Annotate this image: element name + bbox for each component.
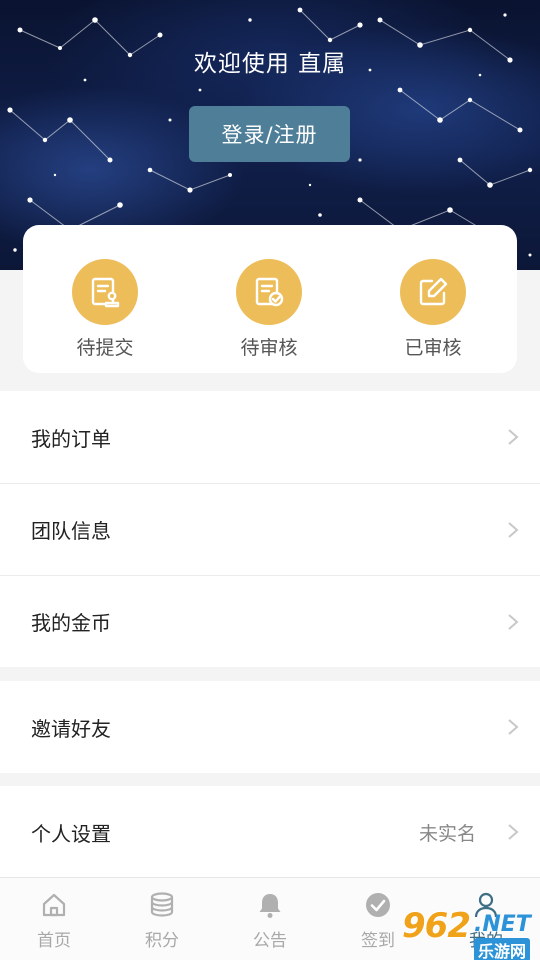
- chevron-right-icon: [508, 824, 519, 840]
- menu-label: 团队信息: [31, 519, 111, 543]
- check-circle-icon: [363, 890, 393, 920]
- watermark-site-name: 乐游网: [474, 938, 531, 960]
- document-check-icon: [236, 259, 302, 325]
- menu-group-settings: 个人设置 未实名: [0, 786, 540, 878]
- bell-icon: [255, 890, 285, 920]
- status-label: 待提交: [76, 337, 134, 359]
- coins-stack-icon: [147, 890, 177, 920]
- home-icon: [39, 890, 69, 920]
- chevron-right-icon: [508, 521, 519, 538]
- menu-group-invite: 邀请好友: [0, 681, 540, 773]
- document-stamp-icon: [72, 259, 138, 325]
- status-label: 已审核: [404, 337, 462, 359]
- application-status-card: 待提交 待审核 已审核: [23, 225, 517, 373]
- menu-label: 个人设置: [31, 821, 111, 846]
- edit-icon: [400, 259, 466, 325]
- tab-label: 签到: [361, 931, 395, 951]
- watermark-domain: .NET: [474, 912, 531, 937]
- chevron-right-icon: [508, 613, 519, 630]
- menu-item-team-info[interactable]: 团队信息: [0, 483, 540, 575]
- menu-item-personal-settings[interactable]: 个人设置 未实名: [0, 786, 540, 878]
- menu-group-account: 我的订单 团队信息 我的金币: [0, 391, 540, 667]
- menu-item-my-orders[interactable]: 我的订单: [0, 391, 540, 483]
- menu-label: 我的金币: [31, 611, 111, 635]
- menu-item-invite-friends[interactable]: 邀请好友: [0, 681, 540, 773]
- menu-item-my-coins[interactable]: 我的金币: [0, 575, 540, 667]
- menu-label: 邀请好友: [31, 716, 111, 741]
- welcome-title: 欢迎使用 直属: [193, 51, 347, 77]
- chevron-right-icon: [508, 429, 519, 445]
- tab-home[interactable]: 首页: [0, 878, 108, 960]
- tab-announcements[interactable]: 公告: [216, 878, 324, 960]
- tab-label: 公告: [253, 931, 287, 951]
- watermark-number: 962: [402, 906, 471, 946]
- tab-label: 积分: [145, 931, 179, 951]
- chevron-right-icon: [508, 719, 519, 735]
- site-watermark: 962 .NET 乐游网: [400, 906, 540, 960]
- tab-points[interactable]: 积分: [108, 878, 216, 960]
- verification-status: 未实名: [418, 822, 476, 845]
- tab-label: 首页: [37, 931, 71, 951]
- status-label: 待审核: [240, 337, 298, 359]
- login-register-button[interactable]: 登录/注册: [189, 106, 350, 162]
- status-reviewed[interactable]: 已审核: [399, 259, 467, 373]
- status-pending-review[interactable]: 待审核: [235, 259, 303, 373]
- status-pending-submit[interactable]: 待提交: [71, 259, 139, 373]
- menu-label: 我的订单: [31, 426, 111, 451]
